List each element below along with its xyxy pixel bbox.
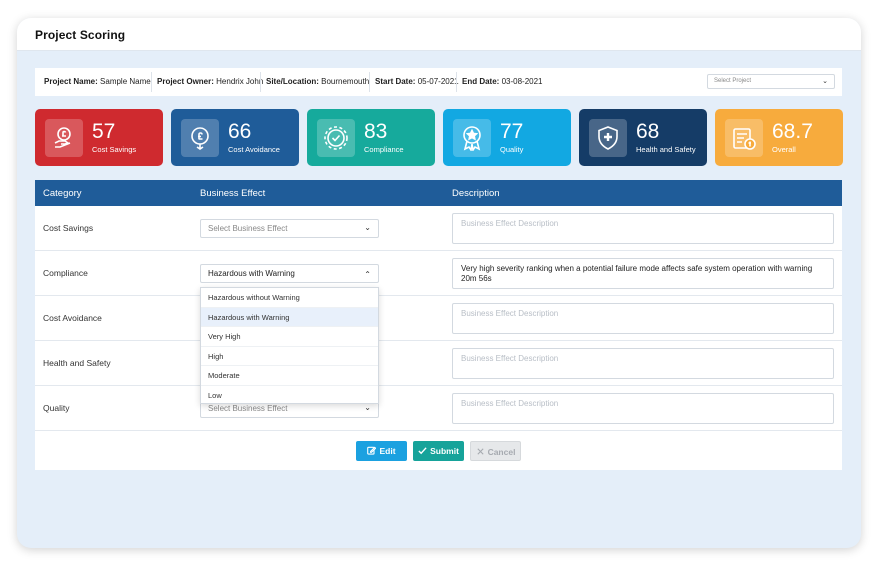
score-label: Compliance (364, 145, 404, 154)
submit-button[interactable]: Submit (413, 441, 464, 461)
edit-icon (367, 446, 377, 455)
pound-shield-icon (181, 119, 219, 157)
table-row: Cost Avoidance Business Effect Descripti… (35, 296, 842, 341)
business-effect-placeholder: Select Business Effect (208, 224, 288, 233)
table-row: Cost Savings Select Business Effect ⌄ Bu… (35, 206, 842, 251)
dropdown-option[interactable]: High (201, 347, 378, 366)
category-label: Compliance (43, 268, 88, 278)
dropdown-option[interactable]: Hazardous without Warning (201, 288, 378, 308)
category-label: Cost Savings (43, 223, 94, 233)
description-field[interactable]: Very high severity ranking when a potent… (452, 258, 834, 289)
score-value: 57 (92, 120, 116, 143)
edit-button[interactable]: Edit (356, 441, 407, 461)
score-card-cost-avoidance: 66 Cost Avoidance (171, 109, 299, 166)
score-label: Quality (500, 145, 524, 154)
report-icon (725, 119, 763, 157)
score-card-quality: 77 Quality (443, 109, 571, 166)
start-date-value: 05-07-2021 (417, 77, 459, 86)
score-label: Cost Savings (92, 145, 137, 154)
description-field[interactable]: Business Effect Description (452, 393, 834, 424)
end-date-info: End Date: 03-08-2021 (462, 77, 543, 86)
star-badge-icon (453, 119, 491, 157)
score-label: Health and Safety (636, 145, 696, 154)
project-name-value: Sample Name (100, 77, 151, 86)
table-row: Compliance Hazardous with Warning ⌃ Very… (35, 251, 842, 296)
score-value: 68 (636, 120, 660, 143)
category-label: Quality (43, 403, 70, 413)
business-effect-dropdown-list: Hazardous without Warning Hazardous with… (200, 287, 379, 404)
close-icon (476, 448, 484, 455)
chevron-up-icon: ⌃ (364, 270, 371, 279)
divider (151, 72, 152, 92)
business-effect-select[interactable]: Select Business Effect ⌄ (200, 219, 379, 238)
business-effect-value: Hazardous with Warning (208, 269, 295, 278)
category-label: Health and Safety (43, 358, 111, 368)
project-name-info: Project Name: Sample Name (44, 77, 151, 86)
app-window: Project Scoring Project Name: Sample Nam… (17, 18, 861, 548)
project-owner-label: Project Owner: (157, 77, 214, 86)
score-card-cost-savings: 57 Cost Savings (35, 109, 163, 166)
dropdown-option-selected[interactable]: Hazardous with Warning (201, 307, 378, 327)
table-row: Health and Safety Business Effect Descri… (35, 341, 842, 386)
cancel-button[interactable]: Cancel (470, 441, 521, 461)
score-label: Overall (772, 145, 796, 154)
description-field[interactable]: Business Effect Description (452, 348, 834, 379)
shield-plus-icon (589, 119, 627, 157)
business-effect-placeholder: Select Business Effect (208, 404, 288, 413)
end-date-label: End Date: (462, 77, 500, 86)
divider (456, 72, 457, 92)
dropdown-option[interactable]: Low (201, 386, 378, 406)
start-date-label: Start Date: (375, 77, 416, 86)
description-field[interactable]: Business Effect Description (452, 303, 834, 334)
chevron-down-icon: ⌄ (364, 223, 371, 232)
divider (260, 72, 261, 92)
score-value: 68.7 (772, 120, 813, 143)
dropdown-option[interactable]: Moderate (201, 366, 378, 386)
start-date-info: Start Date: 05-07-2021 (375, 77, 459, 86)
edit-button-label: Edit (379, 446, 396, 456)
check-icon (418, 447, 427, 455)
score-value: 77 (500, 120, 524, 143)
score-label: Cost Avoidance (228, 145, 280, 154)
score-card-compliance: 83 Compliance (307, 109, 435, 166)
submit-button-label: Submit (430, 446, 459, 456)
table-row: Quality Select Business Effect ⌄ Busines… (35, 386, 842, 431)
site-value: Bournemouth (321, 77, 370, 86)
column-header-business-effect: Business Effect (200, 188, 266, 199)
column-header-category: Category (43, 188, 82, 199)
money-hand-icon (45, 119, 83, 157)
column-header-description: Description (452, 188, 500, 199)
score-card-health-and-safety: 68 Health and Safety (579, 109, 707, 166)
divider (369, 72, 370, 92)
project-owner-info: Project Owner: Hendrix John (157, 77, 263, 86)
table-header: Category Business Effect Description (35, 180, 842, 206)
project-owner-value: Hendrix John (216, 77, 264, 86)
score-value: 83 (364, 120, 388, 143)
project-name-label: Project Name: (44, 77, 98, 86)
title-bar: Project Scoring (17, 18, 861, 51)
cancel-button-label: Cancel (487, 447, 516, 457)
project-info-bar: Project Name: Sample Name Project Owner:… (35, 68, 842, 96)
site-label: Site/Location: (266, 77, 319, 86)
category-label: Cost Avoidance (43, 313, 102, 323)
description-field[interactable]: Business Effect Description (452, 213, 834, 244)
score-value: 66 (228, 120, 252, 143)
select-project-dropdown[interactable]: Select Project ⌄ (707, 74, 835, 89)
business-effect-select[interactable]: Hazardous with Warning ⌃ (200, 264, 379, 283)
select-project-placeholder: Select Project (714, 78, 752, 84)
gear-check-icon (317, 119, 355, 157)
chevron-down-icon: ⌄ (822, 78, 828, 85)
score-card-overall: 68.7 Overall (715, 109, 843, 166)
end-date-value: 03-08-2021 (501, 77, 543, 86)
page-title: Project Scoring (35, 28, 126, 42)
scoring-table: Category Business Effect Description Cos… (35, 180, 842, 470)
dropdown-option[interactable]: Very High (201, 327, 378, 347)
site-info: Site/Location: Bournemouth (266, 77, 369, 86)
